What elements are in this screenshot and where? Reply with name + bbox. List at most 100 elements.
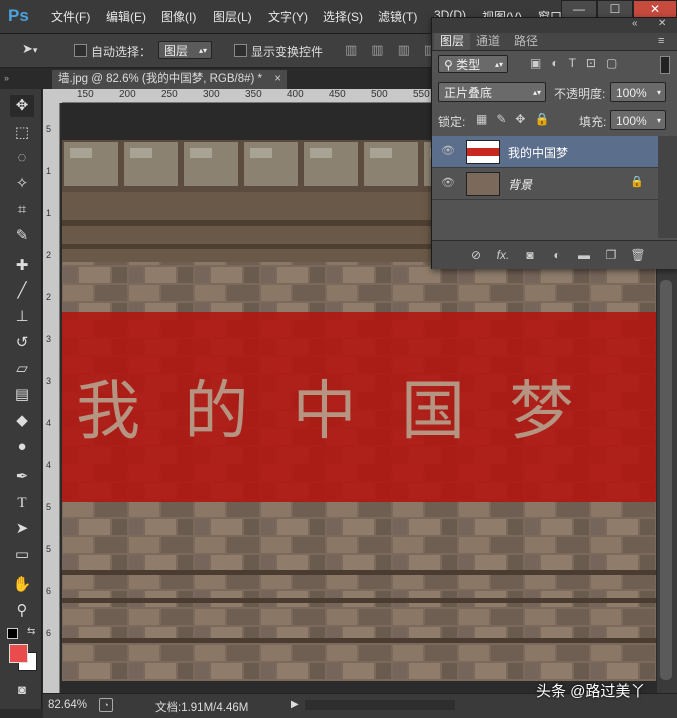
gradient-tool-icon[interactable]: ▤ <box>10 384 34 406</box>
photoshop-logo[interactable]: Ps <box>8 5 34 27</box>
zoom-level[interactable]: 82.64% <box>48 699 87 711</box>
adjustment-icon[interactable]: ◐ <box>549 247 565 263</box>
window-controls: — ☐ ✕ <box>561 0 677 20</box>
move-tool-icon[interactable]: ✥ <box>10 95 34 117</box>
ruler-tick: 6 <box>46 628 52 638</box>
quick-mask-icon[interactable]: ◙ <box>10 679 34 701</box>
trash-icon[interactable]: 🗑 <box>630 247 646 263</box>
ruler-tick: 300 <box>203 89 220 100</box>
filter-search-icon: ⚲ <box>444 58 457 72</box>
dodge-tool-icon[interactable]: ● <box>10 436 34 458</box>
eraser-tool-icon[interactable]: ▱ <box>10 358 34 380</box>
lock-label: 锁定: <box>438 115 466 129</box>
hand-tool-icon[interactable]: ✋ <box>10 574 34 596</box>
panel-close-icon[interactable]: ✕ <box>658 18 666 29</box>
layer-name[interactable]: 背景 <box>508 176 532 193</box>
layer-thumbnail <box>466 140 500 164</box>
mask-icon[interactable]: ◙ <box>522 247 538 263</box>
panel-menu-icon[interactable]: ≡ <box>658 35 664 47</box>
menu-filter[interactable]: 滤镜(T) <box>378 8 417 25</box>
lasso-tool-icon[interactable]: ◌ <box>10 147 34 169</box>
visibility-eye-icon[interactable]: 👁 <box>441 145 455 157</box>
show-transform-checkbox[interactable] <box>234 44 247 57</box>
horizontal-scrollbar[interactable] <box>305 700 455 710</box>
swap-colors-icon[interactable]: ⇆ <box>27 626 35 637</box>
status-info-icon[interactable]: ◔ <box>99 698 113 712</box>
blur-tool-icon[interactable]: ◆ <box>10 410 34 432</box>
brush-tool-icon[interactable]: ╱ <box>10 280 34 302</box>
fx-icon[interactable]: fx. <box>495 247 511 263</box>
ruler-tick: 5 <box>46 502 52 512</box>
filter-toggle[interactable] <box>660 56 670 74</box>
marquee-tool-icon[interactable]: ⬚ <box>10 122 34 144</box>
layer-name[interactable]: 我的中国梦 <box>508 144 568 161</box>
menu-file[interactable]: 文件(F) <box>51 8 90 25</box>
group-icon[interactable]: ▬ <box>576 247 592 263</box>
menu-layer[interactable]: 图层(L) <box>213 8 252 25</box>
history-brush-tool-icon[interactable]: ↺ <box>10 332 34 354</box>
fill-value: 100% <box>616 114 647 128</box>
filter-kind-value: 类型 <box>456 58 481 72</box>
fill-field[interactable]: 100% ▾ <box>610 110 666 130</box>
tab-close-icon[interactable]: × <box>274 70 281 89</box>
menu-select[interactable]: 选择(S) <box>323 8 363 25</box>
zoom-tool-icon[interactable]: ⚲ <box>10 600 34 622</box>
pen-tool-icon[interactable]: ✒ <box>10 466 34 488</box>
tab-paths[interactable]: 路径 <box>508 33 544 50</box>
filter-type-icons[interactable]: ▣◐T⊡▢ <box>530 56 660 72</box>
shape-tool-icon[interactable]: ▭ <box>10 544 34 566</box>
document-size: 文档:1.91M/4.46M <box>155 702 249 714</box>
tab-layers[interactable]: 图层 <box>434 33 471 50</box>
opacity-value: 100% <box>616 86 647 100</box>
ruler-tick: 2 <box>46 250 52 260</box>
healing-brush-tool-icon[interactable]: ✚ <box>10 255 34 277</box>
lock-icons[interactable]: ▦✎✥🔒 <box>476 112 556 128</box>
magic-wand-tool-icon[interactable]: ✧ <box>10 173 34 195</box>
layer-thumbnail <box>466 172 500 196</box>
type-tool-icon[interactable]: T <box>10 492 34 514</box>
panel-header: « ✕ <box>432 18 677 33</box>
ruler-tick: 150 <box>77 89 94 100</box>
blend-mode-dropdown[interactable]: 正片叠底 ▴▾ <box>438 82 546 102</box>
default-colors-icon[interactable] <box>7 628 18 639</box>
foreground-color-swatch[interactable] <box>9 644 28 663</box>
watermark: 头条 @路过美丫 <box>536 683 646 700</box>
layer-row-background[interactable]: 👁 背景 🔒 <box>432 168 658 200</box>
layers-panel: « ✕ 图层 通道 路径 ≡ ⚲ 类型 ▴▾ ▣◐T⊡▢ 正片叠底 ▴▾ 不透明度:… <box>431 17 677 269</box>
path-selection-tool-icon[interactable]: ➤ <box>10 518 34 540</box>
auto-select-value: 图层 <box>164 44 189 58</box>
panel-collapse-icon[interactable]: « <box>632 18 638 29</box>
vertical-ruler: 5 1 1 2 2 3 3 4 4 5 5 6 6 <box>43 103 60 693</box>
show-transform-label: 显示变换控件 <box>251 45 324 59</box>
menu-type[interactable]: 文字(Y) <box>268 8 308 25</box>
ruler-tick: 550 <box>413 89 430 100</box>
panel-scrollbar[interactable] <box>658 136 677 238</box>
ruler-tick: 450 <box>329 89 346 100</box>
ruler-tick: 3 <box>46 334 52 344</box>
layer-row-text[interactable]: 👁 我的中国梦 <box>432 136 658 168</box>
eyedropper-tool-icon[interactable]: ✎ <box>10 225 34 247</box>
fill-label: 填充: <box>579 115 607 129</box>
layers-panel-footer: ⊘ fx. ◙ ◐ ▬ ❐ 🗑 <box>432 240 677 269</box>
document-tab[interactable]: 墙.jpg @ 82.6% (我的中国梦, RGB/8#) * × <box>52 70 287 89</box>
opacity-label: 不透明度: <box>554 87 606 101</box>
panel-collapse-icon[interactable]: » <box>4 73 9 83</box>
menu-edit[interactable]: 编辑(E) <box>106 8 146 25</box>
ruler-tick: 250 <box>161 89 178 100</box>
menu-image[interactable]: 图像(I) <box>161 8 196 25</box>
auto-select-dropdown[interactable]: 图层 ▴▾ <box>158 41 212 59</box>
blend-mode-value: 正片叠底 <box>444 86 493 100</box>
ruler-tick: 1 <box>46 166 52 176</box>
opacity-field[interactable]: 100% ▾ <box>610 82 666 102</box>
auto-select-checkbox[interactable] <box>74 44 87 57</box>
visibility-eye-icon[interactable]: 👁 <box>441 177 455 189</box>
crop-tool-icon[interactable]: ⌗ <box>10 199 34 221</box>
move-tool-preset-icon[interactable]: ➤▾ <box>22 41 56 59</box>
tab-channels[interactable]: 通道 <box>470 33 506 50</box>
status-arrow-icon[interactable]: ▶ <box>291 699 299 710</box>
clone-stamp-tool-icon[interactable]: ⊥ <box>10 306 34 328</box>
new-layer-icon[interactable]: ❐ <box>603 247 619 263</box>
link-icon[interactable]: ⊘ <box>468 247 484 263</box>
scrollbar-thumb[interactable] <box>660 280 672 680</box>
layer-filter-dropdown[interactable]: ⚲ 类型 ▴▾ <box>438 55 508 73</box>
